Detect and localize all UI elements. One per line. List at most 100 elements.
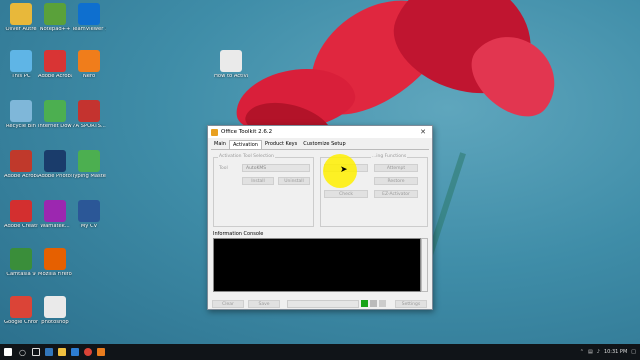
photoshop-icon <box>44 150 66 172</box>
task-view-icon[interactable] <box>29 344 42 360</box>
pdf-icon <box>10 150 32 172</box>
desktop-icon-label: Mozilla Firefox <box>38 272 72 277</box>
desktop-icon-label: Adobe Acrobat... <box>4 174 38 179</box>
desktop-icon-label: 7A SPORTS... <box>72 124 106 129</box>
mouse-cursor-icon: ➤ <box>340 165 348 175</box>
desktop-icon[interactable]: Camtasia 9 <box>4 248 38 278</box>
desktop-icon[interactable]: Adobe Acrobat X <box>38 50 72 80</box>
ez-activator-button[interactable]: EZ-Activator <box>374 190 418 198</box>
taskbar: ○ ⌃ ▤ ♪ 10:31 PM □ <box>0 344 640 360</box>
folder-icon <box>10 3 32 25</box>
desktop-icon-label: Internet Downlo... <box>38 124 72 129</box>
word-document-icon <box>78 200 100 222</box>
info-small-icon[interactable] <box>379 300 386 307</box>
desktop-icon[interactable]: How to Activate... <box>214 50 248 80</box>
document-icon <box>220 50 242 72</box>
tab-activation[interactable]: Activation <box>228 140 262 149</box>
tab-bar: Main Activation Product Keys Customize S… <box>211 140 429 150</box>
desktop-icon-label: Adobe Photosh... <box>38 174 72 179</box>
desktop-icon[interactable]: 7A SPORTS... <box>72 100 106 130</box>
information-console-label: Information Console <box>213 231 264 237</box>
console-scrollbar[interactable] <box>421 238 428 292</box>
desktop-icon[interactable]: photoshop <box>38 296 72 326</box>
store-icon[interactable] <box>68 344 81 360</box>
restore-button[interactable]: Restore <box>374 177 418 185</box>
window-status-bar: Clear Save Settings <box>208 298 432 310</box>
desktop-icon-label: Nero <box>82 74 96 79</box>
tool-label: Tool <box>219 166 228 171</box>
chrome-icon <box>10 296 32 318</box>
camtasia-icon <box>10 248 32 270</box>
recycle-bin-icon <box>10 100 32 122</box>
desktop-icon-label: Google Chrome <box>4 320 38 325</box>
volume-icon[interactable]: ♪ <box>597 349 600 355</box>
desktop-icon[interactable]: My CV <box>72 200 106 230</box>
desktop-icon-label: photoshop <box>41 320 69 325</box>
wamatek-icon <box>44 200 66 222</box>
clock[interactable]: 10:31 PM <box>604 349 627 355</box>
internet-download-manager-icon <box>44 100 66 122</box>
settings-button[interactable]: Settings <box>395 300 427 308</box>
tray-chevron-icon[interactable]: ⌃ <box>580 349 584 355</box>
desktop-icon[interactable]: Oliver Autre <box>4 3 38 33</box>
desktop-icon-label: Wamatek... <box>40 224 70 229</box>
nero-icon <box>78 50 100 72</box>
tool-select[interactable]: AutoKMS <box>242 164 310 172</box>
teamviewer-icon <box>78 3 100 25</box>
information-console[interactable] <box>213 238 421 292</box>
desktop-icon-label: Notepad++ <box>39 27 71 32</box>
document-icon <box>44 296 66 318</box>
check-button[interactable]: Check <box>324 190 368 198</box>
attempt-button[interactable]: Attempt <box>374 164 418 172</box>
desktop-icon[interactable]: Wamatek... <box>38 200 72 230</box>
desktop-icon-label: Adobe Creative... <box>4 224 38 229</box>
start-button[interactable] <box>0 344 16 360</box>
desktop-icon[interactable]: Internet Downlo... <box>38 100 72 130</box>
edge-icon[interactable] <box>42 344 55 360</box>
file-explorer-icon[interactable] <box>55 344 68 360</box>
window-titlebar[interactable]: Office Toolkit 2.6.2 ✕ <box>208 126 432 138</box>
creative-cloud-icon <box>10 200 32 222</box>
clear-button[interactable]: Clear <box>212 300 244 308</box>
desktop-icon[interactable]: Adobe Creative... <box>4 200 38 230</box>
cricket-game-icon <box>78 100 100 122</box>
notepad-plus-plus-icon <box>44 3 66 25</box>
firefox-icon <box>44 248 66 270</box>
desktop-icon-label: Recycle Bin <box>6 124 36 129</box>
tab-main[interactable]: Main <box>211 140 229 149</box>
group-title: Activation Tool Selection <box>218 154 275 159</box>
desktop-icon[interactable]: Adobe Photosh... <box>38 150 72 180</box>
desktop-icon[interactable]: Adobe Acrobat... <box>4 150 38 180</box>
desktop-icon-label: TeamViewer 11 <box>72 27 106 32</box>
save-button[interactable]: Save <box>248 300 280 308</box>
network-icon[interactable]: ▤ <box>588 349 593 355</box>
tab-customize-setup[interactable]: Customize Setup <box>300 140 348 149</box>
close-icon[interactable]: ✕ <box>417 128 429 136</box>
search-icon[interactable]: ○ <box>16 344 29 360</box>
system-tray: ⌃ ▤ ♪ 10:31 PM □ <box>580 344 636 360</box>
tab-product-keys[interactable]: Product Keys <box>262 140 300 149</box>
install-button[interactable]: Install <box>242 177 274 185</box>
typing-master-icon <box>78 150 100 172</box>
progress-bar <box>287 300 359 308</box>
notification-icon[interactable]: □ <box>631 349 636 355</box>
desktop-icon[interactable]: Notepad++ <box>38 3 72 33</box>
desktop-icon-label: Typing Master 10 <box>72 174 106 179</box>
window-title: Office Toolkit 2.6.2 <box>221 129 273 135</box>
desktop-icon-label: This PC <box>11 74 31 79</box>
desktop-icon[interactable]: TeamViewer 11 <box>72 3 106 33</box>
desktop-icon[interactable]: Mozilla Firefox <box>38 248 72 278</box>
office-toolkit-window: Office Toolkit 2.6.2 ✕ Main Activation P… <box>207 125 433 310</box>
group-title: ...ing Functions <box>371 154 408 159</box>
chrome-icon[interactable] <box>81 344 94 360</box>
office-toolkit-taskbar-icon[interactable] <box>94 344 107 360</box>
desktop-icon[interactable]: Typing Master 10 <box>72 150 106 180</box>
desktop-icon[interactable]: This PC <box>4 50 38 80</box>
desktop-icon-label: Adobe Acrobat X <box>38 74 72 79</box>
settings-small-icon[interactable] <box>370 300 377 307</box>
uninstall-button[interactable]: Uninstall <box>278 177 310 185</box>
desktop-icon[interactable]: Google Chrome <box>4 296 38 326</box>
desktop-icon[interactable]: Nero <box>72 50 106 80</box>
desktop-icon[interactable]: Recycle Bin <box>4 100 38 130</box>
desktop-icon-label: Oliver Autre <box>5 27 37 32</box>
